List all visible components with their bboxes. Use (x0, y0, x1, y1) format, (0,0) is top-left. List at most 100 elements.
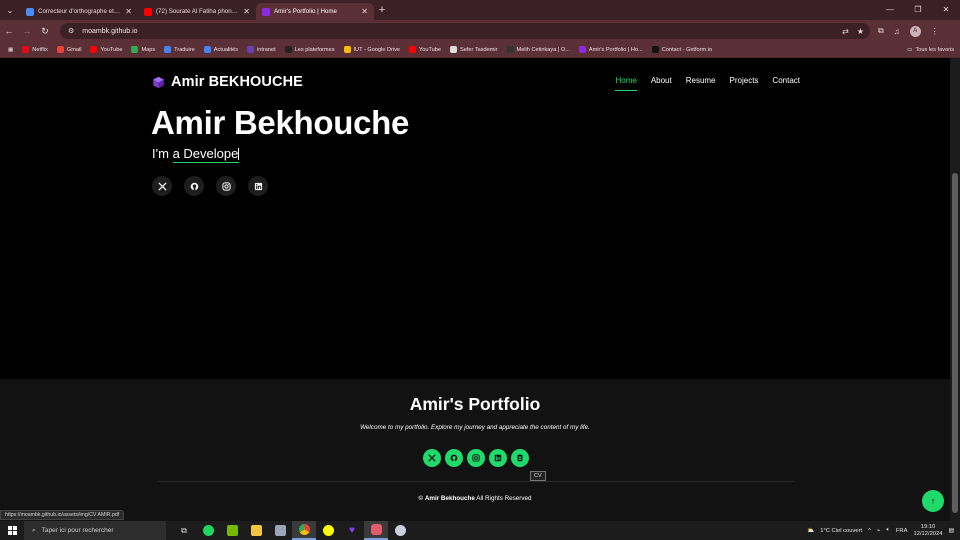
nav-projects[interactable]: Projects (730, 76, 759, 88)
forward-icon[interactable]: → (18, 26, 36, 36)
show-hidden-icons[interactable]: ^ (868, 528, 871, 534)
bookmark-item[interactable]: Actualités (203, 46, 239, 53)
nav-home[interactable]: Home (615, 76, 638, 91)
github-button[interactable] (184, 176, 204, 196)
url-text: moambk.github.io (82, 27, 138, 35)
bookmark-item[interactable]: Contact - Getform.io (651, 46, 712, 53)
windows-taskbar: ⌕ Taper ici pour rechercher ⧉ ♥ ⛅ 1°C Ci… (0, 521, 960, 540)
bookmark-item[interactable]: Traduire (164, 46, 195, 53)
extensions-area: ⧉ ♫ A ⋮ (878, 25, 939, 37)
bookmark-label: Melih Cetinkaya | O... (516, 46, 570, 53)
extensions-icon[interactable]: ⧉ (878, 26, 884, 36)
all-bookmarks[interactable]: ▭ Tous les favoris (907, 42, 954, 58)
bookmark-item[interactable]: Netflix (22, 46, 48, 53)
close-icon[interactable]: ✕ (243, 7, 250, 16)
media-icon[interactable]: ♫ (894, 27, 900, 36)
bookmark-item[interactable]: intranet (247, 46, 276, 53)
notifications-icon[interactable]: ▤ (949, 528, 954, 534)
back-to-top-button[interactable]: ↑ (922, 490, 944, 512)
close-icon[interactable]: ✕ (361, 7, 368, 16)
bookmark-label: Actualités (213, 46, 239, 53)
x-twitter-icon (157, 181, 167, 191)
url-input[interactable]: ⚙ moambk.github.io ⇄ ★ (60, 23, 870, 39)
weather-icon[interactable]: ⛅ (807, 528, 814, 534)
brand-name[interactable]: Amir BEKHOUCHE (171, 74, 303, 90)
cube-logo-icon[interactable] (152, 76, 165, 89)
files-icon[interactable] (268, 521, 292, 540)
tab-favicon (26, 7, 34, 16)
nvidia-icon[interactable] (220, 521, 244, 540)
spotify-icon[interactable] (196, 521, 220, 540)
site-footer: Amir's Portfolio Welcome to my portfolio… (0, 379, 950, 521)
bookmark-item[interactable]: YouTube (409, 46, 441, 53)
close-window-icon[interactable]: ✕ (932, 0, 960, 20)
bookmark-item[interactable]: IUT - Google Drive (343, 46, 401, 53)
tab-sourate[interactable]: (72) Sourate Al Fatiha phonétiq ✕ (138, 3, 256, 20)
avatar[interactable]: A (909, 25, 921, 37)
instagram-icon (221, 181, 231, 191)
bookmark-label: IUT - Google Drive (353, 46, 401, 53)
bookmark-favicon-icon (203, 46, 211, 53)
bookmark-favicon-icon (506, 46, 514, 53)
file-explorer-icon[interactable] (244, 521, 268, 540)
footer-x-button[interactable] (423, 449, 441, 467)
scrollbar-thumb[interactable] (952, 173, 958, 513)
menu-icon[interactable]: ⋮ (931, 27, 939, 36)
restore-icon[interactable]: ❐ (904, 0, 932, 20)
x-twitter-button[interactable] (152, 176, 172, 196)
tab-correcteur[interactable]: Correcteur d'orthographe et de ✕ (20, 3, 138, 20)
taskbar-search[interactable]: ⌕ Taper ici pour rechercher (24, 521, 166, 540)
bookmark-star-icon[interactable]: ★ (857, 27, 864, 36)
close-icon[interactable]: ✕ (125, 7, 132, 16)
typing-cursor (238, 148, 240, 160)
volume-icon[interactable]: 🔈︎ (886, 527, 889, 534)
minimize-icon[interactable]: — (876, 0, 904, 20)
reload-icon[interactable]: ↻ (36, 26, 54, 37)
clock[interactable]: 19:10 12/12/2024 (914, 524, 943, 538)
bookmark-item[interactable]: YouTube (90, 46, 122, 53)
language-indicator[interactable]: FRA (896, 528, 908, 534)
bookmark-favicon-icon (22, 46, 30, 53)
bookmark-item[interactable]: Melih Cetinkaya | O... (506, 46, 570, 53)
footer-linkedin-button[interactable] (489, 449, 507, 467)
hero-social-links (152, 176, 268, 196)
footer-instagram-button[interactable] (467, 449, 485, 467)
task-view-icon[interactable]: ⧉ (172, 521, 196, 540)
bookmark-label: Gmail (66, 46, 82, 53)
search-icon: ⌕ (32, 526, 36, 534)
apps-icon[interactable]: ▦ (8, 47, 13, 53)
footer-cv-button[interactable] (511, 449, 529, 467)
nav-about[interactable]: About (651, 76, 672, 88)
bookmark-item[interactable]: Les plateformes (284, 46, 335, 53)
nav-resume[interactable]: Resume (686, 76, 716, 88)
bookmark-item[interactable]: Amir's Portfolio | Ho... (578, 46, 643, 53)
discord-icon[interactable] (364, 521, 388, 540)
footer-github-button[interactable] (445, 449, 463, 467)
new-tab-button[interactable]: + (374, 3, 390, 20)
game-app-icon[interactable] (388, 521, 412, 540)
nav-contact[interactable]: Contact (772, 76, 800, 88)
site-info-icon[interactable]: ⚙ (68, 27, 74, 35)
copyright: © Amir Bekhouche All Rights Reserved (0, 495, 950, 502)
linkedin-button[interactable] (248, 176, 268, 196)
tab-search-icon[interactable]: ⌄ (0, 0, 20, 20)
chrome-icon[interactable] (292, 521, 316, 540)
footer-tagline: Welcome to my portfolio. Explore my jour… (360, 424, 590, 431)
bookmark-item[interactable]: Maps (131, 46, 155, 53)
back-icon[interactable]: ← (0, 26, 18, 36)
bookmark-item[interactable]: Gmail (56, 46, 82, 53)
browser-tab-strip: ⌄ Correcteur d'orthographe et de ✕ (72) … (0, 0, 960, 20)
weather-text[interactable]: 1°C Ciel couvert (820, 528, 862, 534)
instagram-button[interactable] (216, 176, 236, 196)
clock-date: 12/12/2024 (913, 530, 943, 537)
translate-icon[interactable]: ⇄ (842, 27, 849, 36)
tab-portfolio[interactable]: Amir's Portfolio | Home ✕ (256, 3, 374, 20)
github-icon (450, 454, 458, 462)
github-icon (190, 182, 198, 191)
heart-app-icon[interactable]: ♥ (340, 521, 364, 540)
page-scrollbar[interactable] (950, 58, 960, 521)
start-button[interactable] (0, 526, 24, 535)
bookmark-item[interactable]: Sefer Tasdemir (450, 46, 498, 53)
snapchat-icon[interactable] (316, 521, 340, 540)
network-icon[interactable]: ⌁ (877, 528, 881, 534)
